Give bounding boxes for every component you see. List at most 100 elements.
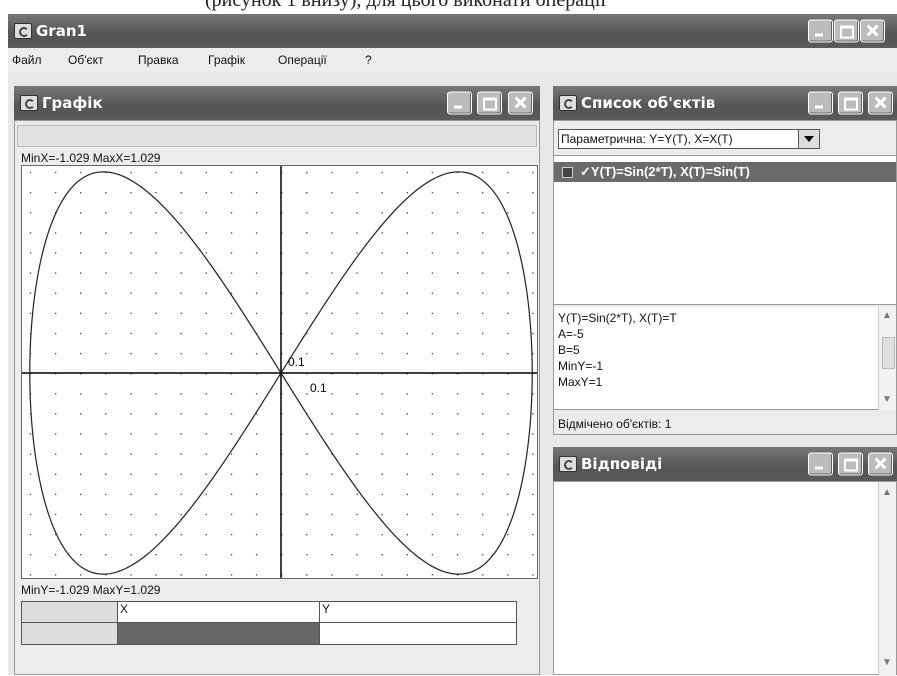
grid-dot bbox=[532, 493, 534, 496]
graph-maximize-button[interactable] bbox=[477, 91, 502, 115]
objects-maximize-button[interactable] bbox=[838, 91, 863, 115]
grid-dot bbox=[230, 453, 233, 455]
object-type-select[interactable]: Параметрична: Y=Y(T), X=X(T) bbox=[558, 129, 820, 149]
grid-dot bbox=[482, 192, 484, 194]
table-cell-y[interactable] bbox=[319, 622, 517, 645]
grid-dot bbox=[130, 473, 132, 475]
grid-dot bbox=[230, 192, 233, 194]
graph-window-title-bar[interactable]: Графік bbox=[14, 86, 540, 120]
grid-dot bbox=[155, 493, 157, 496]
grid-dot bbox=[306, 393, 308, 395]
grid-dot bbox=[431, 272, 434, 274]
grid-dot bbox=[130, 554, 132, 556]
object-checkbox-icon[interactable] bbox=[562, 167, 573, 178]
answers-window-title-bar[interactable]: Відповіді bbox=[553, 447, 897, 481]
grid-dot bbox=[180, 413, 182, 415]
grid-dot bbox=[29, 232, 32, 234]
graph-minimize-button[interactable] bbox=[447, 91, 472, 115]
grid-dot bbox=[155, 192, 157, 194]
app-title-bar[interactable]: Gran1 bbox=[8, 14, 897, 48]
menu-graph[interactable]: Графік bbox=[208, 53, 245, 67]
dropdown-arrow-icon[interactable] bbox=[798, 130, 819, 148]
table-cell-x[interactable] bbox=[117, 622, 320, 645]
graph-top-status: MinX=-1.029 MaxX=1.029 bbox=[21, 151, 161, 165]
grid-dot bbox=[80, 393, 82, 395]
grid-dot bbox=[80, 453, 82, 455]
grid-dot bbox=[431, 413, 434, 415]
grid-dot bbox=[482, 433, 484, 435]
grid-dot bbox=[482, 232, 484, 234]
answers-window-body[interactable]: ▲ ▼ bbox=[553, 481, 897, 676]
grid-dot bbox=[306, 574, 308, 576]
grid-dot bbox=[406, 171, 408, 174]
info-scrollbar[interactable]: ▲ ▼ bbox=[878, 307, 896, 410]
grid-dot bbox=[431, 192, 434, 194]
grid-dot bbox=[356, 171, 358, 174]
grid-dot bbox=[507, 554, 509, 556]
grid-dot bbox=[155, 393, 157, 395]
answers-minimize-button[interactable] bbox=[808, 452, 833, 476]
graph-close-button[interactable] bbox=[508, 91, 533, 115]
objects-window-title-bar[interactable]: Список об'єктів bbox=[553, 86, 897, 120]
grid-dot bbox=[205, 272, 207, 274]
grid-dot bbox=[230, 574, 233, 576]
answers-maximize-button[interactable] bbox=[838, 452, 863, 476]
menu-file[interactable]: Файл bbox=[12, 53, 42, 67]
table-header-x[interactable]: X bbox=[117, 601, 320, 623]
grid-dot bbox=[356, 272, 358, 274]
grid-dot bbox=[431, 212, 434, 214]
grid-dot bbox=[180, 292, 182, 294]
objects-minimize-button[interactable] bbox=[808, 91, 833, 115]
objects-close-button[interactable] bbox=[868, 91, 893, 115]
grid-dot bbox=[29, 252, 32, 254]
scroll-up-icon[interactable]: ▲ bbox=[880, 309, 894, 323]
scroll-down-icon[interactable]: ▼ bbox=[880, 393, 894, 407]
grid-dot bbox=[54, 554, 57, 556]
grid-dot bbox=[255, 272, 258, 274]
grid-dot bbox=[80, 352, 82, 355]
info-line: MinY=-1 bbox=[558, 359, 604, 373]
app-minimize-button[interactable] bbox=[808, 19, 833, 43]
grid-dot bbox=[155, 433, 157, 435]
grid-dot bbox=[306, 554, 308, 556]
app-close-button[interactable] bbox=[860, 19, 885, 43]
grid-dot bbox=[431, 393, 434, 395]
grid-dot bbox=[130, 513, 132, 516]
grid-dot bbox=[130, 192, 132, 194]
table-row-header bbox=[21, 622, 118, 645]
menu-help[interactable]: ? bbox=[365, 53, 372, 67]
grid-dot bbox=[331, 232, 333, 234]
grid-dot bbox=[255, 312, 258, 315]
answers-close-button[interactable] bbox=[868, 452, 893, 476]
grid-dot bbox=[532, 272, 534, 274]
grid-dot bbox=[255, 473, 258, 475]
menu-object[interactable]: Об'єкт bbox=[68, 53, 104, 67]
scroll-up-icon[interactable]: ▲ bbox=[880, 486, 894, 500]
grid-dot bbox=[482, 272, 484, 274]
grid-dot bbox=[230, 493, 233, 496]
table-header-y[interactable]: Y bbox=[319, 601, 517, 623]
grid-dot bbox=[54, 433, 57, 435]
grid-dot bbox=[406, 252, 408, 254]
graph-window-title: Графік bbox=[42, 94, 103, 112]
object-list-item[interactable]: ✓Y(T)=Sin(2*T), X(T)=Sin(T) bbox=[554, 162, 896, 182]
app-maximize-button[interactable] bbox=[834, 19, 859, 43]
grid-dot bbox=[105, 332, 107, 335]
grid-dot bbox=[29, 473, 32, 475]
graph-plot-area[interactable]: 0.1 0.1 bbox=[21, 165, 538, 579]
menu-edit[interactable]: Правка bbox=[138, 53, 179, 67]
grid-dot bbox=[130, 574, 132, 576]
grid-dot bbox=[482, 493, 484, 496]
grid-dot bbox=[29, 493, 32, 496]
grid-dot bbox=[331, 352, 333, 355]
menu-operations[interactable]: Операції bbox=[278, 53, 327, 67]
grid-dot bbox=[105, 292, 107, 294]
grid-dot bbox=[381, 352, 383, 355]
values-table: X Y bbox=[21, 601, 517, 649]
scroll-thumb[interactable] bbox=[882, 337, 895, 369]
answers-scrollbar[interactable]: ▲ ▼ bbox=[878, 482, 896, 676]
grid-dot bbox=[331, 192, 333, 194]
grid-dot bbox=[29, 272, 32, 274]
scroll-down-icon[interactable]: ▼ bbox=[880, 656, 894, 670]
grid-dot bbox=[205, 554, 207, 556]
